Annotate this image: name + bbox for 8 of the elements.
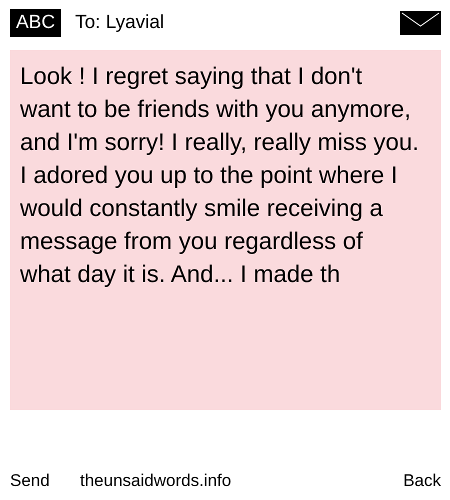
input-mode-badge: ABC bbox=[10, 9, 62, 37]
message-text: Look ! I regret saying that I don't want to be friends with you anymore, and I'm sorry! I really, really miss you. I adored you up to the point where I would constantly smile receiving a message from you regardless of what day it is. And... I made th bbox=[20, 62, 419, 290]
envelope-icon bbox=[400, 11, 441, 35]
recipient-label: To: Lyavial bbox=[75, 12, 166, 34]
message-area[interactable] bbox=[10, 50, 441, 410]
back-softkey[interactable]: Back bbox=[403, 471, 441, 491]
site-label: theunsaidwords.info bbox=[80, 471, 232, 491]
send-softkey[interactable]: Send bbox=[10, 471, 80, 491]
